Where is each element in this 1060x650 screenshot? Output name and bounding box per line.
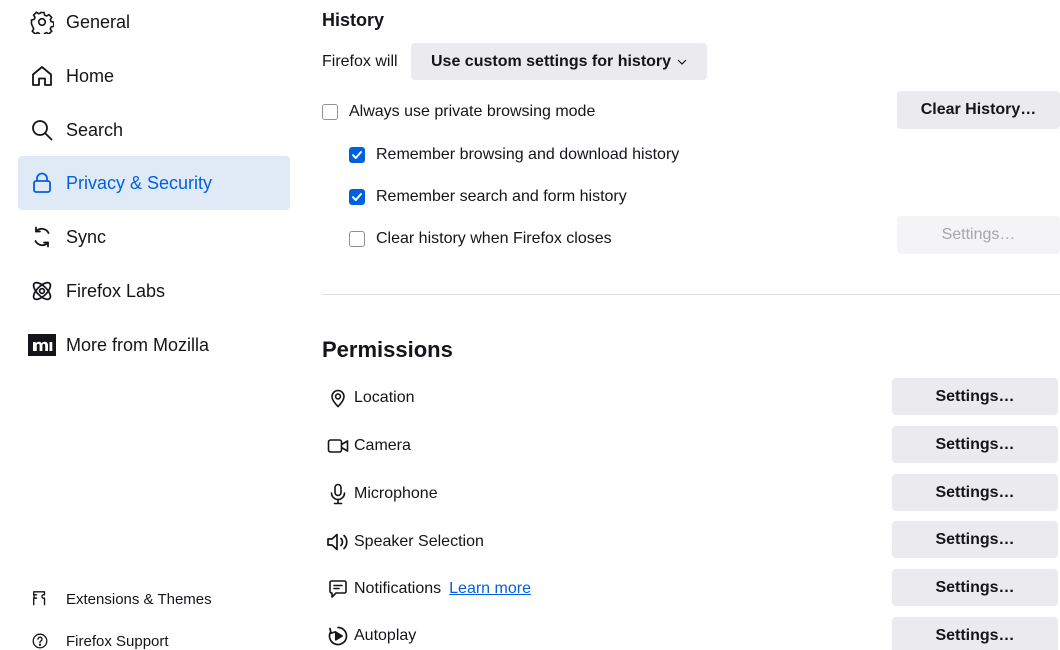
camera-icon	[326, 434, 350, 458]
autoplay-settings-button[interactable]: Settings…	[892, 617, 1058, 650]
speaker-icon	[326, 530, 350, 554]
permission-label: Autoplay	[354, 627, 417, 644]
remember-search-option: Remember search and form history	[349, 186, 627, 208]
mozilla-logo-icon	[28, 331, 56, 359]
sidebar-item-label: Sync	[66, 226, 107, 247]
permission-label: Notifications	[354, 580, 442, 597]
permission-label: Location	[354, 389, 415, 406]
gear-icon	[28, 8, 56, 36]
sidebar-item-label: Search	[66, 119, 124, 140]
permission-notifications: Notifications Learn more	[326, 577, 531, 601]
clear-history-button[interactable]: Clear History…	[897, 91, 1060, 129]
section-divider	[322, 294, 1060, 295]
remember-browsing-option: Remember browsing and download history	[349, 144, 679, 166]
remember-search-label: Remember search and form history	[376, 188, 627, 205]
location-pin-icon	[326, 386, 350, 410]
history-heading: History	[322, 10, 385, 30]
search-icon	[28, 116, 56, 144]
history-mode-value: Use custom settings for history	[431, 52, 672, 70]
permission-camera: Camera	[326, 434, 411, 458]
preferences-window: General Home Search Privacy & Security S…	[0, 0, 1060, 650]
sidebar-item-home[interactable]: Home	[18, 49, 290, 103]
help-icon	[30, 631, 50, 650]
autoplay-icon	[326, 624, 350, 648]
remember-browsing-checkbox[interactable]	[349, 147, 365, 163]
microphone-icon	[326, 482, 350, 506]
sidebar: General Home Search Privacy & Security S…	[0, 0, 300, 650]
clear-on-close-option: Clear history when Firefox closes	[349, 228, 612, 250]
extensions-themes-label: Extensions & Themes	[66, 590, 212, 608]
permission-speaker-selection: Speaker Selection	[326, 530, 484, 554]
speaker-selection-settings-button[interactable]: Settings…	[892, 521, 1058, 558]
main-content: History Firefox will Use custom settings…	[322, 0, 1060, 650]
permission-label: Microphone	[354, 485, 438, 502]
permission-location: Location	[326, 386, 415, 410]
home-icon	[28, 62, 56, 90]
sidebar-item-sync[interactable]: Sync	[18, 210, 290, 264]
private-browsing-label: Always use private browsing mode	[349, 103, 596, 120]
labs-icon	[28, 277, 56, 305]
sidebar-item-privacy-security[interactable]: Privacy & Security	[18, 156, 290, 210]
sidebar-item-more-from-mozilla[interactable]: More from Mozilla	[18, 318, 290, 372]
sidebar-item-label: Privacy & Security	[66, 172, 213, 193]
permissions-heading: Permissions	[322, 337, 453, 362]
camera-settings-button[interactable]: Settings…	[892, 426, 1058, 463]
sidebar-item-label: More from Mozilla	[66, 334, 210, 355]
firefox-support-link[interactable]: Firefox Support	[30, 629, 169, 650]
sidebar-item-label: Firefox Labs	[66, 280, 166, 301]
notifications-learn-more-link[interactable]: Learn more	[449, 580, 531, 598]
remember-browsing-label: Remember browsing and download history	[376, 146, 680, 163]
permission-microphone: Microphone	[326, 482, 438, 506]
sync-icon	[28, 223, 56, 251]
extensions-themes-link[interactable]: Extensions & Themes	[30, 587, 212, 611]
sidebar-item-label: General	[66, 11, 131, 32]
firefox-support-label: Firefox Support	[66, 632, 169, 650]
remember-search-checkbox[interactable]	[349, 189, 365, 205]
sidebar-item-search[interactable]: Search	[18, 103, 290, 157]
permission-label: Speaker Selection	[354, 533, 484, 550]
notifications-settings-button[interactable]: Settings…	[892, 569, 1058, 606]
chevron-down-icon	[677, 55, 687, 69]
private-browsing-option: Always use private browsing mode	[322, 101, 595, 123]
clear-on-close-label: Clear history when Firefox closes	[376, 230, 612, 247]
sidebar-item-general[interactable]: General	[18, 0, 290, 49]
permission-label: Camera	[354, 437, 411, 454]
clear-on-close-checkbox[interactable]	[349, 231, 365, 247]
firefox-will-label: Firefox will	[322, 53, 398, 70]
sidebar-item-firefox-labs[interactable]: Firefox Labs	[18, 264, 290, 318]
notification-icon	[326, 577, 350, 601]
location-settings-button[interactable]: Settings…	[892, 378, 1058, 415]
permission-autoplay: Autoplay	[326, 624, 416, 648]
private-browsing-checkbox[interactable]	[322, 104, 338, 120]
history-mode-dropdown[interactable]: Use custom settings for history	[411, 43, 708, 80]
clear-history-settings-button[interactable]: Settings…	[897, 216, 1060, 254]
microphone-settings-button[interactable]: Settings…	[892, 474, 1058, 511]
lock-icon	[28, 169, 56, 197]
sidebar-item-label: Home	[66, 65, 115, 86]
puzzle-icon	[30, 589, 50, 609]
